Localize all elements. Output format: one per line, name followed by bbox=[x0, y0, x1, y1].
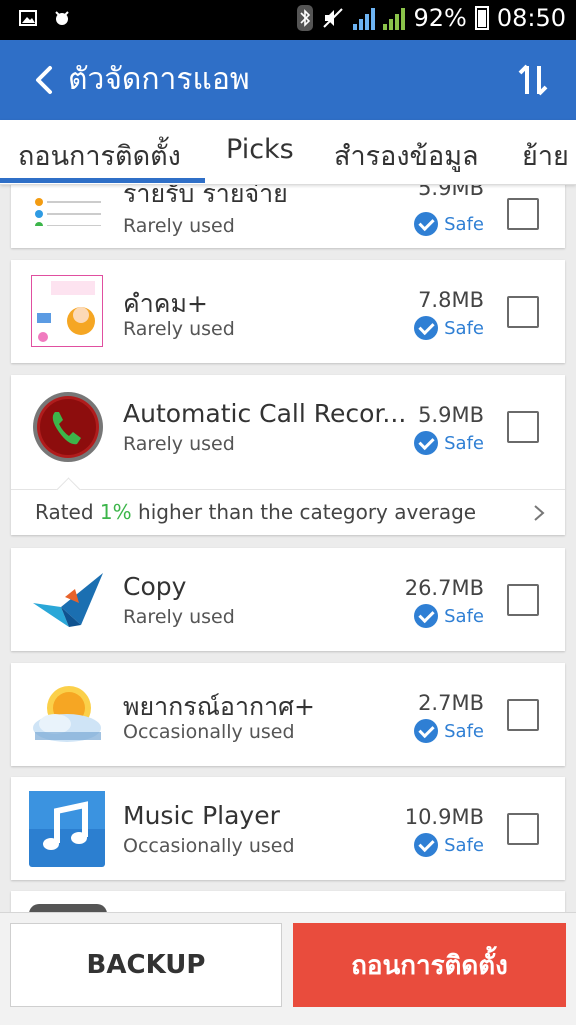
safe-badge: Safe bbox=[414, 833, 484, 857]
clock: 08:50 bbox=[496, 4, 566, 32]
battery-percent: 92% bbox=[413, 4, 467, 32]
app-name: รายรับ รายจ่าย bbox=[123, 184, 288, 208]
rating-banner[interactable]: Rated 1% higher than the category averag… bbox=[11, 489, 565, 536]
app-size: 10.9MB bbox=[404, 805, 484, 829]
backup-button[interactable]: BACKUP bbox=[10, 923, 282, 1007]
select-checkbox[interactable] bbox=[507, 813, 539, 845]
list-item[interactable]: รายรับ รายจ่าย Rarely used 5.9MB Safe bbox=[11, 184, 565, 248]
chevron-right-icon bbox=[534, 505, 545, 521]
bluetooth-icon bbox=[297, 5, 314, 31]
select-checkbox[interactable] bbox=[507, 699, 539, 731]
app-bar: ตัวจัดการแอพ bbox=[0, 40, 576, 120]
copy-app-icon bbox=[33, 573, 103, 627]
tab-backup[interactable]: สำรองข้อมูล bbox=[334, 134, 479, 177]
call-recorder-icon bbox=[33, 392, 103, 462]
tab-active-indicator bbox=[0, 178, 205, 183]
back-arrow-icon[interactable] bbox=[30, 62, 58, 98]
safe-badge: Safe bbox=[414, 604, 484, 628]
app-size: 7.8MB bbox=[418, 288, 484, 312]
android-debug-icon bbox=[55, 11, 69, 25]
battery-icon bbox=[474, 6, 489, 30]
app-usage: Occasionally used bbox=[123, 835, 295, 857]
safe-check-icon bbox=[414, 719, 439, 743]
safe-badge: Safe bbox=[414, 719, 484, 743]
app-size: 5.9MB bbox=[418, 403, 484, 427]
select-checkbox[interactable] bbox=[507, 198, 539, 230]
safe-badge: Safe bbox=[414, 431, 484, 455]
app-usage: Rarely used bbox=[123, 433, 235, 455]
app-size: 26.7MB bbox=[404, 576, 484, 600]
app-size: 5.9MB bbox=[418, 184, 484, 200]
tab-bar: ถอนการติดตั้ง Picks สำรองข้อมูล ย้าย bbox=[0, 120, 576, 185]
quotes-app-icon bbox=[31, 275, 103, 347]
safe-check-icon bbox=[414, 212, 439, 236]
select-checkbox[interactable] bbox=[507, 411, 539, 443]
action-bar: BACKUP ถอนการติดตั้ง bbox=[0, 912, 576, 1025]
uninstall-button[interactable]: ถอนการติดตั้ง bbox=[293, 923, 566, 1007]
tab-move[interactable]: ย้าย bbox=[522, 134, 569, 177]
list-item[interactable]: Copy Rarely used 26.7MB Safe bbox=[11, 548, 565, 651]
mute-icon bbox=[323, 8, 344, 28]
list-item[interactable]: พยากรณ์อากาศ+ Occasionally used 2.7MB Sa… bbox=[11, 663, 565, 766]
tab-picks[interactable]: Picks bbox=[226, 134, 294, 165]
signal-h-icon bbox=[353, 6, 376, 30]
page-title: ตัวจัดการแอพ bbox=[68, 62, 250, 97]
app-name: Music Player bbox=[123, 801, 280, 830]
list-item[interactable]: Music Player Occasionally used 10.9MB Sa… bbox=[11, 777, 565, 880]
safe-check-icon bbox=[414, 833, 439, 857]
sort-icon[interactable] bbox=[518, 60, 548, 100]
app-usage: Occasionally used bbox=[123, 721, 295, 743]
safe-check-icon bbox=[414, 316, 439, 340]
tab-uninstall[interactable]: ถอนการติดตั้ง bbox=[18, 134, 181, 177]
app-usage: Rarely used bbox=[123, 318, 235, 340]
app-name: Copy bbox=[123, 572, 187, 601]
list-item[interactable]: คำคม+ Rarely used 7.8MB Safe bbox=[11, 260, 565, 363]
music-player-icon bbox=[29, 791, 105, 867]
safe-check-icon bbox=[414, 604, 439, 628]
signal-r-icon bbox=[383, 6, 406, 30]
list-item[interactable] bbox=[11, 891, 565, 912]
safe-badge: Safe bbox=[414, 316, 484, 340]
list-item[interactable]: Automatic Call Recor... Rarely used 5.9M… bbox=[11, 375, 565, 535]
app-usage: Rarely used bbox=[123, 215, 235, 237]
app-name: Automatic Call Recor... bbox=[123, 399, 407, 428]
rating-text: Rated 1% higher than the category averag… bbox=[35, 500, 477, 524]
select-checkbox[interactable] bbox=[507, 584, 539, 616]
select-checkbox[interactable] bbox=[507, 296, 539, 328]
safe-check-icon bbox=[414, 431, 439, 455]
app-list[interactable]: รายรับ รายจ่าย Rarely used 5.9MB Safe คำ… bbox=[0, 184, 576, 912]
app-usage: Rarely used bbox=[123, 606, 235, 628]
income-expense-icon bbox=[35, 198, 101, 226]
rating-percent: 1% bbox=[99, 500, 132, 524]
status-bar: 92% 08:50 bbox=[0, 0, 576, 40]
safe-badge: Safe bbox=[414, 212, 484, 236]
gallery-icon bbox=[19, 10, 37, 26]
app-icon-partial bbox=[29, 904, 107, 912]
weather-icon bbox=[33, 686, 101, 742]
app-size: 2.7MB bbox=[418, 691, 484, 715]
